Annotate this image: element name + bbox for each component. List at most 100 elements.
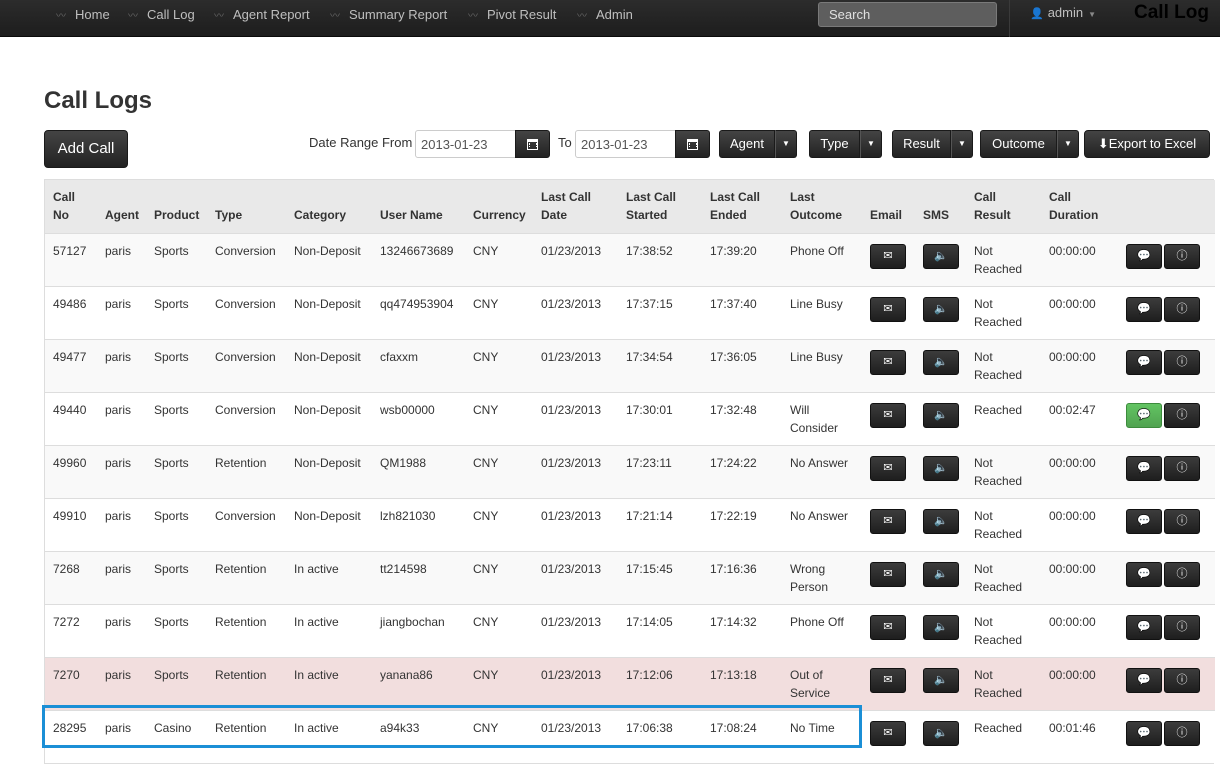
comment-button[interactable]: 💬 — [1126, 720, 1162, 746]
sms-button[interactable]: 🔈 — [923, 508, 959, 534]
comment-button[interactable]: 💬 — [1126, 296, 1162, 322]
date-from-input[interactable] — [415, 130, 516, 158]
sms-button[interactable]: 🔈 — [923, 667, 959, 693]
cell-currency: CNY — [465, 550, 533, 604]
email-button[interactable]: ✉ — [870, 720, 906, 746]
sms-button[interactable]: 🔈 — [923, 349, 959, 375]
col-header[interactable]: User Name — [372, 180, 465, 233]
email-button[interactable]: ✉ — [870, 614, 906, 640]
cell-currency: CNY — [465, 656, 533, 710]
col-header[interactable]: Call Duration — [1041, 180, 1116, 233]
speaker-icon: 🔈 — [934, 462, 948, 474]
sms-button[interactable]: 🔈 — [923, 243, 959, 269]
col-header[interactable]: Call Result — [966, 180, 1041, 233]
col-header[interactable]: Agent — [97, 180, 146, 233]
table-row[interactable]: 7270 paris Sports Retention In active yanana8… — [45, 656, 1215, 710]
nav-agent-report[interactable]: 〰 Agent Report — [214, 0, 310, 30]
comment-button[interactable]: 💬 — [1126, 349, 1162, 375]
info-button[interactable]: ⓘ — [1164, 402, 1200, 428]
comment-button[interactable]: 💬 — [1126, 402, 1162, 428]
sms-button[interactable]: 🔈 — [923, 561, 959, 587]
email-button[interactable]: ✉ — [870, 561, 906, 587]
type-filter-button[interactable]: Type — [809, 130, 860, 158]
comment-button[interactable]: 💬 — [1126, 508, 1162, 534]
agent-filter-toggle[interactable]: ▼ — [775, 130, 797, 158]
search-input[interactable] — [818, 2, 997, 27]
cell-actions: 💬 ⓘ — [1116, 656, 1215, 710]
cell-started: 17:37:15 — [618, 285, 702, 339]
comment-button[interactable]: 💬 — [1126, 614, 1162, 640]
info-button[interactable]: ⓘ — [1164, 667, 1200, 693]
nav-summary-report[interactable]: 〰 Summary Report — [330, 0, 447, 30]
table-row[interactable]: 7268 paris Sports Retention In active tt21459… — [45, 550, 1215, 604]
date-to-calendar-button[interactable] — [675, 130, 710, 158]
col-header[interactable]: Call No — [45, 180, 97, 233]
sms-button[interactable]: 🔈 — [923, 614, 959, 640]
comment-button[interactable]: 💬 — [1126, 455, 1162, 481]
col-header[interactable]: Category — [286, 180, 372, 233]
cell-agent: paris — [97, 232, 146, 286]
date-to-input[interactable] — [575, 130, 676, 158]
email-button[interactable]: ✉ — [870, 508, 906, 534]
export-excel-button[interactable]: ⬇Export to Excel — [1084, 130, 1210, 158]
col-header[interactable]: Last Call Started — [618, 180, 702, 233]
email-button[interactable]: ✉ — [870, 243, 906, 269]
user-menu[interactable]: 👤 admin ▼ — [1030, 0, 1096, 26]
table-row[interactable]: 28295 paris Casino Retention In active a94k33… — [45, 709, 1215, 763]
info-button[interactable]: ⓘ — [1164, 243, 1200, 269]
info-button[interactable]: ⓘ — [1164, 614, 1200, 640]
info-button[interactable]: ⓘ — [1164, 455, 1200, 481]
info-button[interactable]: ⓘ — [1164, 561, 1200, 587]
chart-icon: 〰 — [56, 11, 66, 22]
type-filter-toggle[interactable]: ▼ — [860, 130, 882, 158]
table-row[interactable]: 57127 paris Sports Conversion Non-Deposit 132… — [45, 232, 1215, 286]
info-button[interactable]: ⓘ — [1164, 349, 1200, 375]
result-filter-button[interactable]: Result — [892, 130, 951, 158]
comment-button[interactable]: 💬 — [1126, 667, 1162, 693]
cell-started: 17:38:52 — [618, 232, 702, 286]
table-row[interactable]: 49486 paris Sports Conversion Non-Deposit qq4… — [45, 285, 1215, 339]
info-button[interactable]: ⓘ — [1164, 720, 1200, 746]
table-row[interactable]: 49960 paris Sports Retention Non-Deposit QM19… — [45, 444, 1215, 498]
cell-category: In active — [286, 550, 372, 604]
email-button[interactable]: ✉ — [870, 455, 906, 481]
comment-icon: 💬 — [1137, 303, 1151, 315]
add-call-button[interactable]: Add Call — [44, 130, 128, 168]
sms-button[interactable]: 🔈 — [923, 455, 959, 481]
col-header[interactable]: Product — [146, 180, 207, 233]
col-header[interactable]: Type — [207, 180, 286, 233]
table-row[interactable]: 49910 paris Sports Conversion Non-Deposit lzh… — [45, 497, 1215, 551]
nav-pivot-result[interactable]: 〰 Pivot Result — [468, 0, 556, 30]
email-button[interactable]: ✉ — [870, 402, 906, 428]
info-icon: ⓘ — [1176, 568, 1188, 580]
col-header[interactable]: Last Call Ended — [702, 180, 782, 233]
cell-type: Conversion — [207, 338, 286, 392]
sms-button[interactable]: 🔈 — [923, 720, 959, 746]
info-icon: ⓘ — [1176, 303, 1188, 315]
col-header[interactable]: Last Call Date — [533, 180, 618, 233]
sms-button[interactable]: 🔈 — [923, 402, 959, 428]
outcome-filter-toggle[interactable]: ▼ — [1057, 130, 1079, 158]
brand-title: Call Log — [1134, 2, 1209, 23]
col-header[interactable]: Last Outcome — [782, 180, 862, 233]
nav-admin[interactable]: 〰 Admin — [577, 0, 633, 30]
comment-button[interactable]: 💬 — [1126, 243, 1162, 269]
email-button[interactable]: ✉ — [870, 667, 906, 693]
table-row[interactable]: 49440 paris Sports Conversion Non-Deposit wsb… — [45, 391, 1215, 445]
table-row[interactable]: 49477 paris Sports Conversion Non-Deposit cfa… — [45, 338, 1215, 392]
info-button[interactable]: ⓘ — [1164, 508, 1200, 534]
info-button[interactable]: ⓘ — [1164, 296, 1200, 322]
nav-call-log[interactable]: 〰 Call Log — [128, 0, 195, 30]
chart-icon: 〰 — [330, 11, 340, 22]
email-button[interactable]: ✉ — [870, 296, 906, 322]
outcome-filter-button[interactable]: Outcome — [980, 130, 1057, 158]
email-button[interactable]: ✉ — [870, 349, 906, 375]
agent-filter-button[interactable]: Agent — [719, 130, 775, 158]
col-header[interactable]: Currency — [465, 180, 533, 233]
date-from-calendar-button[interactable] — [515, 130, 550, 158]
nav-home[interactable]: 〰 Home — [56, 0, 110, 30]
comment-button[interactable]: 💬 — [1126, 561, 1162, 587]
result-filter-toggle[interactable]: ▼ — [951, 130, 973, 158]
table-row[interactable]: 7272 paris Sports Retention In active jiangbo… — [45, 603, 1215, 657]
sms-button[interactable]: 🔈 — [923, 296, 959, 322]
